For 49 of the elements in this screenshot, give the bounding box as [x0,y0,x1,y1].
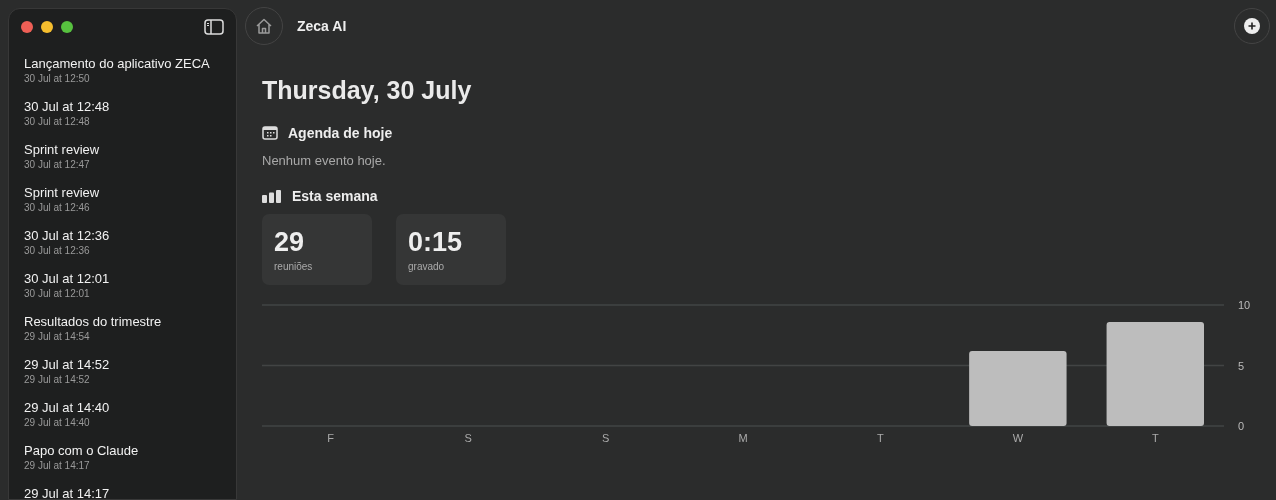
sidebar-toggle-icon[interactable] [204,19,224,35]
close-button[interactable] [21,21,33,33]
meeting-time: 30 Jul at 12:48 [24,115,91,129]
meeting-title[interactable]: Papo com o Claude [24,443,221,459]
bar-chart-icon [262,189,282,203]
date-heading: Thursday, 30 July [262,76,473,105]
empty-message: Nenhum evento hoje. [262,153,387,168]
meeting-title[interactable]: Lançamento do aplicativo ZECA [24,56,221,72]
meeting-title[interactable]: Resultados do trimestre [24,314,221,330]
meeting-title[interactable]: 30 Jul at 12:48 [24,99,221,115]
axis-category-label: W [1012,432,1024,444]
stat-value: 0:15 [408,227,464,257]
axis-category-label: S [601,432,610,444]
home-icon [255,17,273,35]
axis-tick-label: 10 [1238,299,1251,311]
meeting-time: 29 Jul at 14:40 [24,416,91,430]
axis-tick-label: 0 [1238,420,1245,432]
axis-category-label: S [464,432,472,444]
meeting-time: 30 Jul at 12:50 [24,72,91,86]
meeting-time: 29 Jul at 14:52 [24,373,91,387]
axis-category-label: M [738,432,748,444]
meeting-title[interactable]: 30 Jul at 12:01 [24,271,221,287]
axis-category-label: T [1151,432,1159,444]
meeting-title[interactable]: 30 Jul at 12:36 [24,228,221,244]
meeting-time: 30 Jul at 12:01 [24,287,91,301]
calendar-icon [262,126,278,140]
meeting-title[interactable]: Sprint review [24,185,221,201]
meeting-time: 30 Jul at 12:47 [24,158,91,172]
stat-value: 29 [274,227,306,257]
meeting-time: 29 Jul at 14:17 [24,459,91,473]
minimize-button[interactable] [41,21,53,33]
axis-category-label: T [877,432,884,444]
meeting-title[interactable]: Sprint review [24,142,221,158]
meeting-title[interactable]: 29 Jul at 14:17 [24,486,221,499]
meeting-title[interactable]: 29 Jul at 14:40 [24,400,221,416]
home-button[interactable] [245,7,283,45]
meeting-title[interactable]: 29 Jul at 14:52 [24,357,221,373]
stat-label: gravado [408,261,446,272]
stat-label: reuniões [274,261,314,272]
zoom-button[interactable] [61,21,73,33]
meeting-time: 30 Jul at 12:36 [24,244,91,258]
section-title: Esta semana [292,188,378,204]
axis-tick-label: 5 [1238,359,1245,372]
meeting-time: 30 Jul at 12:46 [24,201,91,215]
app-title: Zeca AI [297,18,347,34]
section-title: Agenda de hoje [288,125,393,141]
meeting-time: 29 Jul at 14:54 [24,330,91,344]
axis-category-label: F [327,432,335,444]
plus-icon [1244,18,1260,34]
